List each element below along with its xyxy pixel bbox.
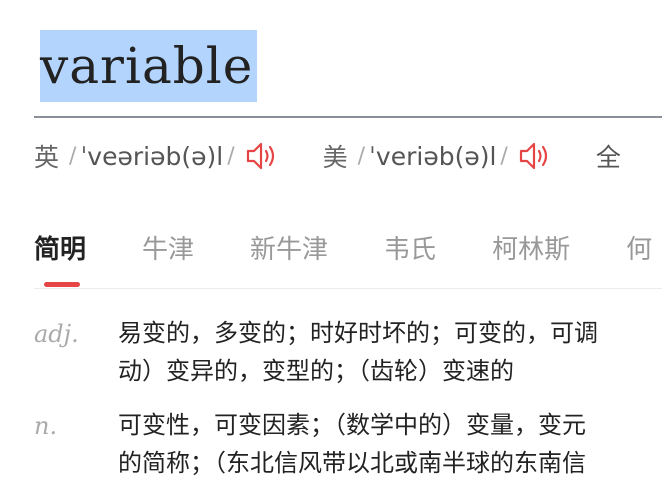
definitions-list: adj. 易变的，多变的；时好时坏的；可变的，可调 动）变异的，变型的；（齿轮）… <box>34 312 662 496</box>
definition-item: adj. 易变的，多变的；时好时坏的；可变的，可调 动）变异的，变型的；（齿轮）… <box>34 312 662 390</box>
pronunciation-ipa: ˈveriəb(ə)l <box>369 141 497 171</box>
slash: / <box>500 143 508 169</box>
tabs-divider <box>34 288 662 289</box>
definition-line: 可变性，可变因素；（数学中的）变量，变元 <box>118 411 586 439</box>
slash: / <box>227 143 235 169</box>
speaker-icon[interactable] <box>243 138 279 174</box>
headword-divider <box>34 116 662 118</box>
headword[interactable]: variable <box>40 30 258 102</box>
tab-more[interactable]: 何 <box>626 224 652 276</box>
tab-new-oxford[interactable]: 新牛津 <box>250 224 328 276</box>
definition-text: 易变的，多变的；时好时坏的；可变的，可调 动）变异的，变型的；（齿轮）变速的 <box>118 314 598 390</box>
definition-line: 动）变异的，变型的；（齿轮）变速的 <box>118 357 514 385</box>
pronunciation-ipa: ˈveəriəb(ə)l <box>80 141 224 171</box>
headword-container: variable <box>40 30 258 102</box>
more-link[interactable]: 全 <box>596 138 621 174</box>
pronunciation-region: 英 <box>34 143 60 172</box>
dictionary-page: variable 英 / ˈveəriəb(ə)l / 美 / ˈveriəb(… <box>0 0 662 502</box>
tab-collins[interactable]: 柯林斯 <box>492 224 570 276</box>
definition-line: 的简称；（东北信风带以北或南半球的东南信 <box>118 449 586 477</box>
speaker-icon[interactable] <box>516 138 552 174</box>
tab-oxford[interactable]: 牛津 <box>142 224 194 276</box>
part-of-speech: adj. <box>34 320 79 348</box>
pronunciation-region: 美 <box>322 143 348 172</box>
tab-webster[interactable]: 韦氏 <box>384 224 436 276</box>
pronunciation-us: 美 / ˈveriəb(ə)l / <box>323 138 552 174</box>
definition-line: 易变的，多变的；时好时坏的；可变的，可调 <box>118 319 598 347</box>
tab-concise[interactable]: 简明 <box>34 224 86 287</box>
pronunciation-row: 英 / ˈveəriəb(ə)l / 美 / ˈveriəb(ə)l / 全 <box>34 134 621 178</box>
definition-text: 可变性，可变因素；（数学中的）变量，变元 的简称；（东北信风带以北或南半球的东南… <box>118 406 586 482</box>
part-of-speech: n. <box>34 412 58 440</box>
dictionary-tabs: 简明 牛津 新牛津 韦氏 柯林斯 何 <box>34 224 662 287</box>
definition-item: n. 可变性，可变因素；（数学中的）变量，变元 的简称；（东北信风带以北或南半球… <box>34 404 662 482</box>
slash: / <box>69 143 77 169</box>
slash: / <box>357 143 366 169</box>
pronunciation-uk: 英 / ˈveəriəb(ə)l / <box>34 138 279 174</box>
